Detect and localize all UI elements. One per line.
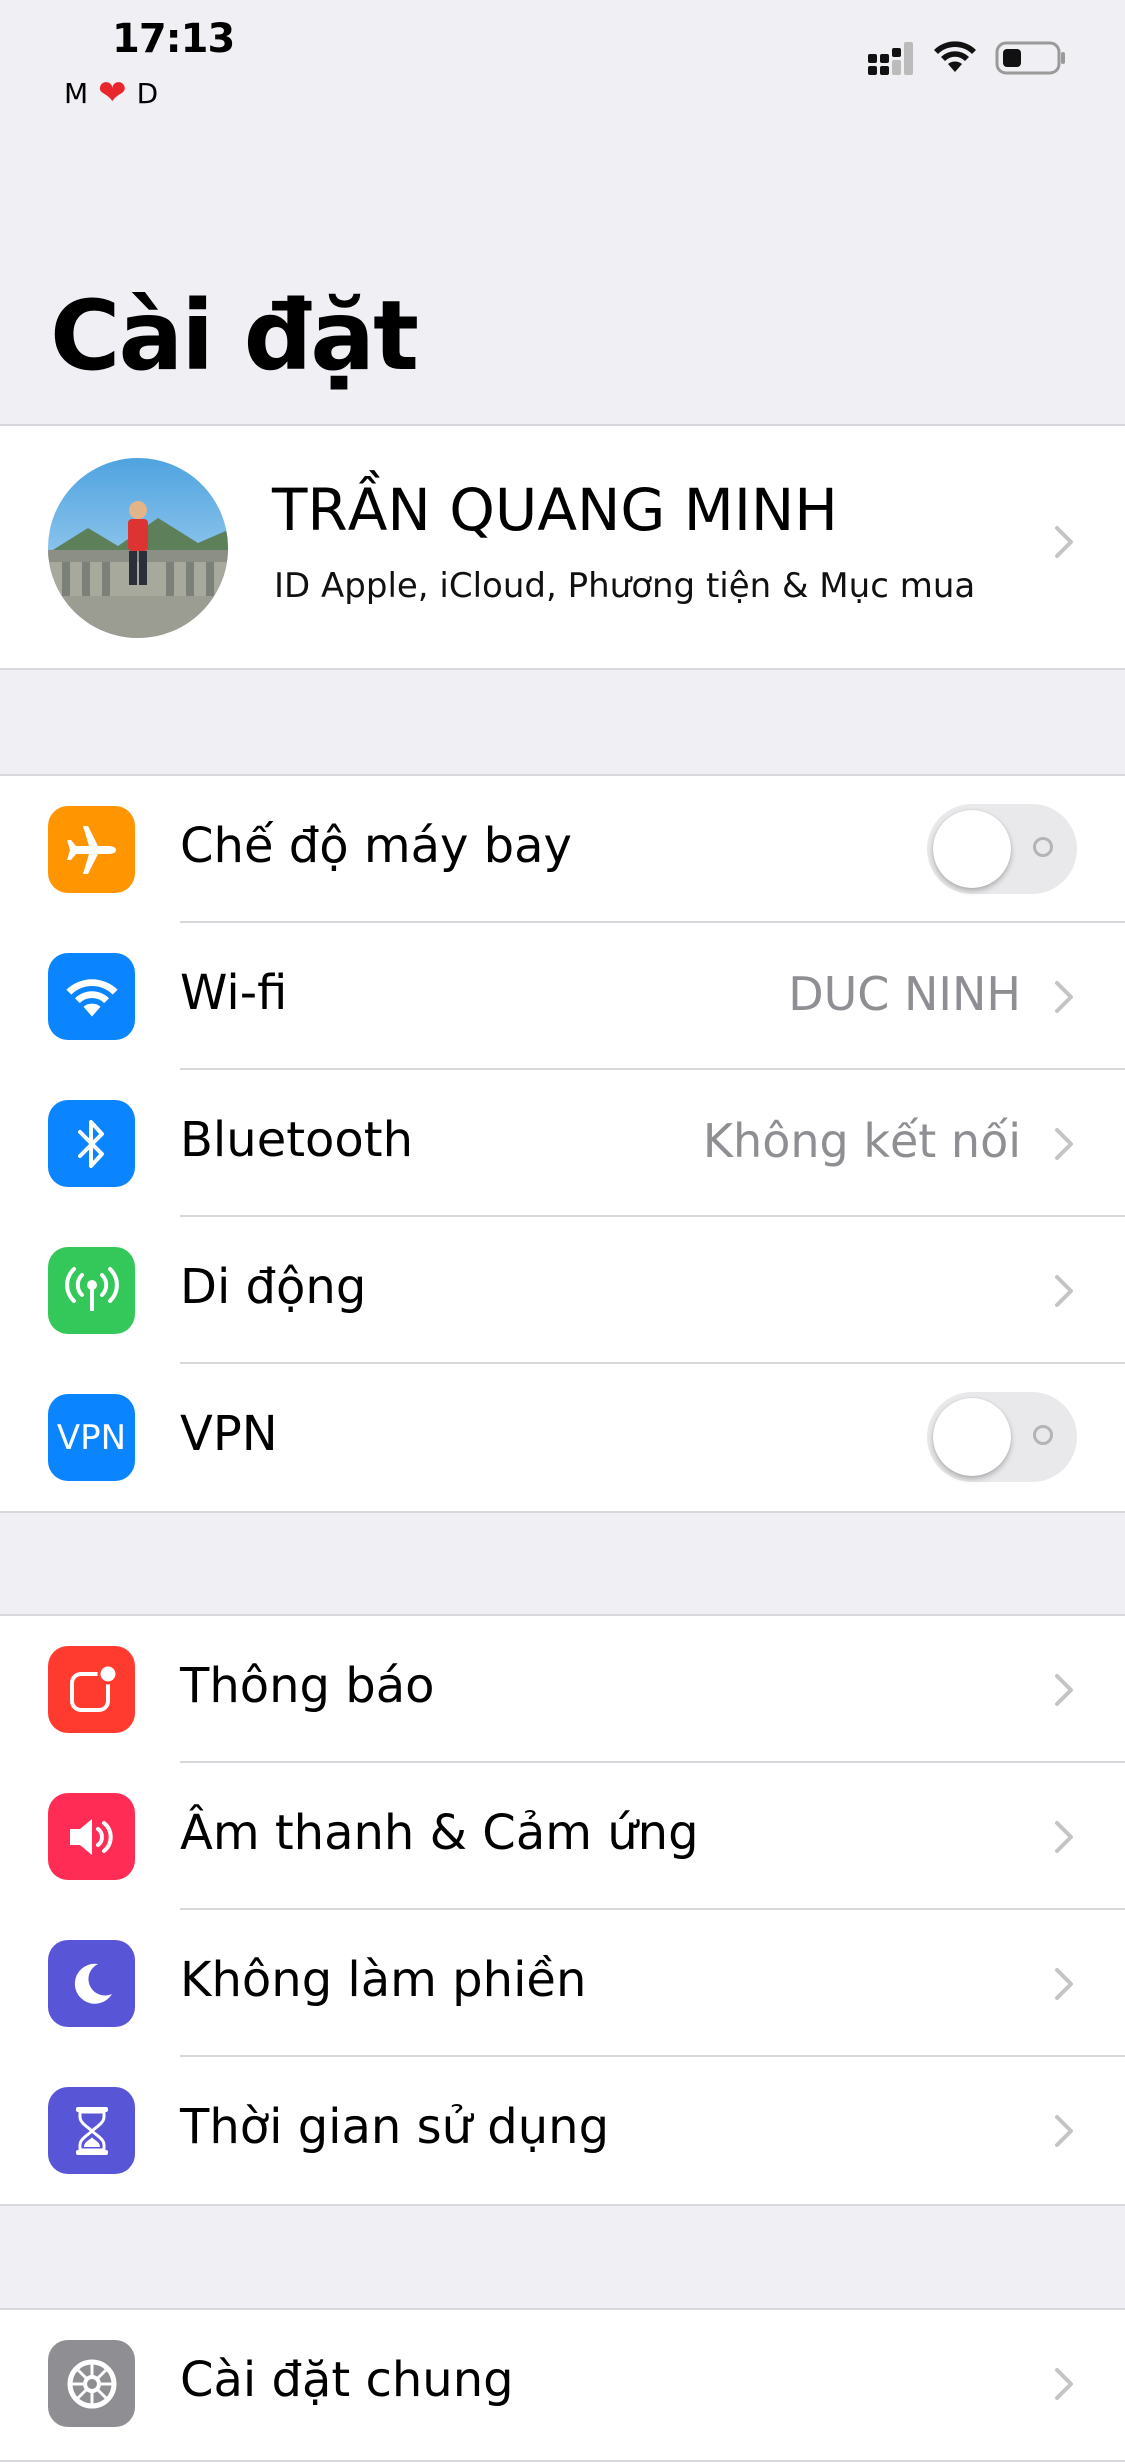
connectivity-group: Chế độ máy bay Wi-fi DUC NINH Bluetooth … bbox=[0, 774, 1125, 1513]
chevron-right-icon bbox=[1055, 1821, 1073, 1853]
row-label-sounds: Âm thanh & Cảm ứng bbox=[180, 1805, 699, 1861]
notifications-group: Thông báo Âm thanh & Cảm ứng Không làm p… bbox=[0, 1614, 1125, 2206]
row-label-do-not-disturb: Không làm phiền bbox=[180, 1952, 587, 2008]
bluetooth-icon bbox=[48, 1100, 135, 1187]
wifi-network-value: DUC NINH bbox=[788, 967, 1021, 1021]
moon-icon bbox=[48, 1940, 135, 2027]
settings-row-bluetooth[interactable]: Bluetooth Không kết nối bbox=[0, 1070, 1125, 1217]
notifications-icon bbox=[48, 1646, 135, 1733]
row-label-vpn: VPN bbox=[180, 1406, 278, 1462]
chevron-right-icon bbox=[1055, 1674, 1073, 1706]
settings-row-sounds[interactable]: Âm thanh & Cảm ứng bbox=[0, 1763, 1125, 1910]
settings-row-vpn: VPN VPN bbox=[0, 1364, 1125, 1511]
battery-icon bbox=[995, 41, 1065, 75]
row-label-airplane-mode: Chế độ máy bay bbox=[180, 818, 572, 874]
chevron-right-icon bbox=[1055, 526, 1073, 558]
signal-icon bbox=[868, 42, 913, 75]
settings-row-cellular[interactable]: Di động bbox=[0, 1217, 1125, 1364]
status-time: 17:13 bbox=[112, 16, 235, 62]
airplane-icon bbox=[48, 806, 135, 893]
chevron-right-icon bbox=[1055, 1275, 1073, 1307]
settings-row-screen-time[interactable]: Thời gian sử dụng bbox=[0, 2057, 1125, 2204]
airplane-mode-toggle[interactable] bbox=[927, 804, 1077, 894]
chevron-right-icon bbox=[1055, 2368, 1073, 2400]
chevron-right-icon bbox=[1055, 2115, 1073, 2147]
chevron-right-icon bbox=[1055, 1968, 1073, 2000]
carrier-label: M ❤ D bbox=[64, 76, 158, 110]
row-label-screen-time: Thời gian sử dụng bbox=[180, 2099, 610, 2155]
toggle-knob bbox=[933, 810, 1011, 888]
page-title: Cài đặt bbox=[50, 280, 419, 392]
bluetooth-status-value: Không kết nối bbox=[702, 1114, 1021, 1168]
row-label-notifications: Thông báo bbox=[180, 1658, 435, 1714]
toggle-off-indicator bbox=[1033, 837, 1053, 857]
apple-id-profile-row[interactable]: TRẦN QUANG MINH ID Apple, iCloud, Phương… bbox=[0, 424, 1125, 670]
settings-row-notifications[interactable]: Thông báo bbox=[0, 1616, 1125, 1763]
wifi-icon bbox=[48, 953, 135, 1040]
settings-row-wifi[interactable]: Wi-fi DUC NINH bbox=[0, 923, 1125, 1070]
row-label-bluetooth: Bluetooth bbox=[180, 1112, 414, 1168]
row-label-wifi: Wi-fi bbox=[180, 965, 288, 1021]
vpn-icon: VPN bbox=[48, 1394, 135, 1481]
chevron-right-icon bbox=[1055, 981, 1073, 1013]
vpn-toggle[interactable] bbox=[927, 1392, 1077, 1482]
profile-subtitle: ID Apple, iCloud, Phương tiện & Mục mua bbox=[274, 566, 976, 606]
general-group: Cài đặt chung bbox=[0, 2308, 1125, 2462]
settings-row-general[interactable]: Cài đặt chung bbox=[0, 2310, 1125, 2457]
speaker-icon bbox=[48, 1793, 135, 1880]
settings-row-do-not-disturb[interactable]: Không làm phiền bbox=[0, 1910, 1125, 2057]
settings-row-airplane-mode: Chế độ máy bay bbox=[0, 776, 1125, 923]
toggle-knob bbox=[933, 1398, 1011, 1476]
heart-icon: ❤ bbox=[98, 73, 127, 113]
profile-name: TRẦN QUANG MINH bbox=[272, 476, 838, 544]
status-bar: 17:13 M ❤ D bbox=[0, 0, 1125, 120]
hourglass-icon bbox=[48, 2087, 135, 2174]
toggle-off-indicator bbox=[1033, 1425, 1053, 1445]
chevron-right-icon bbox=[1055, 1128, 1073, 1160]
row-label-general: Cài đặt chung bbox=[180, 2352, 514, 2408]
avatar-photo bbox=[48, 458, 228, 638]
carrier-left: M bbox=[64, 76, 89, 110]
carrier-right: D bbox=[136, 76, 159, 110]
gear-icon bbox=[48, 2340, 135, 2427]
wifi-icon bbox=[934, 41, 976, 72]
row-label-cellular: Di động bbox=[180, 1259, 367, 1315]
cellular-antenna-icon bbox=[48, 1247, 135, 1334]
avatar bbox=[48, 458, 228, 638]
